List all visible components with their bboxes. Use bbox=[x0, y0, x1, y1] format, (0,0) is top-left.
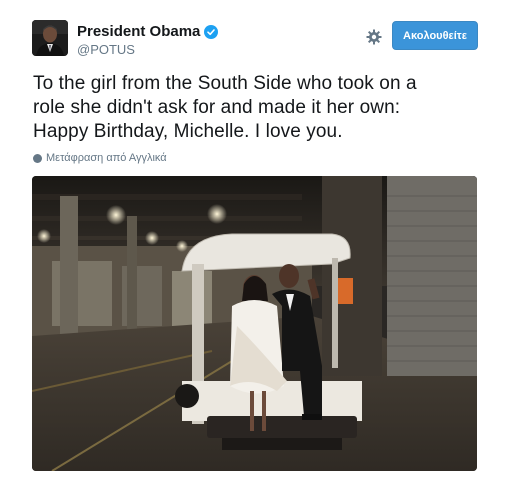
screen-name[interactable]: @POTUS bbox=[77, 42, 218, 58]
translate-link[interactable]: Μετάφραση από Αγγλικά bbox=[33, 152, 167, 164]
following-button[interactable]: Ακολουθείτε bbox=[392, 21, 478, 50]
gear-icon[interactable] bbox=[365, 28, 383, 46]
display-name-row[interactable]: President Obama bbox=[77, 23, 219, 41]
tweet-text-line: To the girl from the South Side who took… bbox=[33, 73, 417, 94]
globe-icon bbox=[33, 153, 42, 163]
display-name[interactable]: President Obama bbox=[77, 23, 200, 41]
tweet-card: President Obama @POTUS Ακολουθείτε To th… bbox=[0, 0, 509, 482]
translate-label: Μετάφραση από Αγγλικά bbox=[46, 152, 167, 164]
avatar[interactable] bbox=[32, 20, 68, 56]
user-info: President Obama @POTUS bbox=[77, 23, 219, 58]
tweet-photo[interactable] bbox=[32, 176, 477, 471]
tweet-text: To the girl from the South Side who took… bbox=[33, 72, 483, 144]
tweet-text-line: Happy Birthday, Michelle. I love you. bbox=[33, 121, 343, 142]
tweet-text-line: role she didn't ask for and made it her … bbox=[33, 97, 401, 118]
verified-badge-icon bbox=[204, 25, 219, 39]
